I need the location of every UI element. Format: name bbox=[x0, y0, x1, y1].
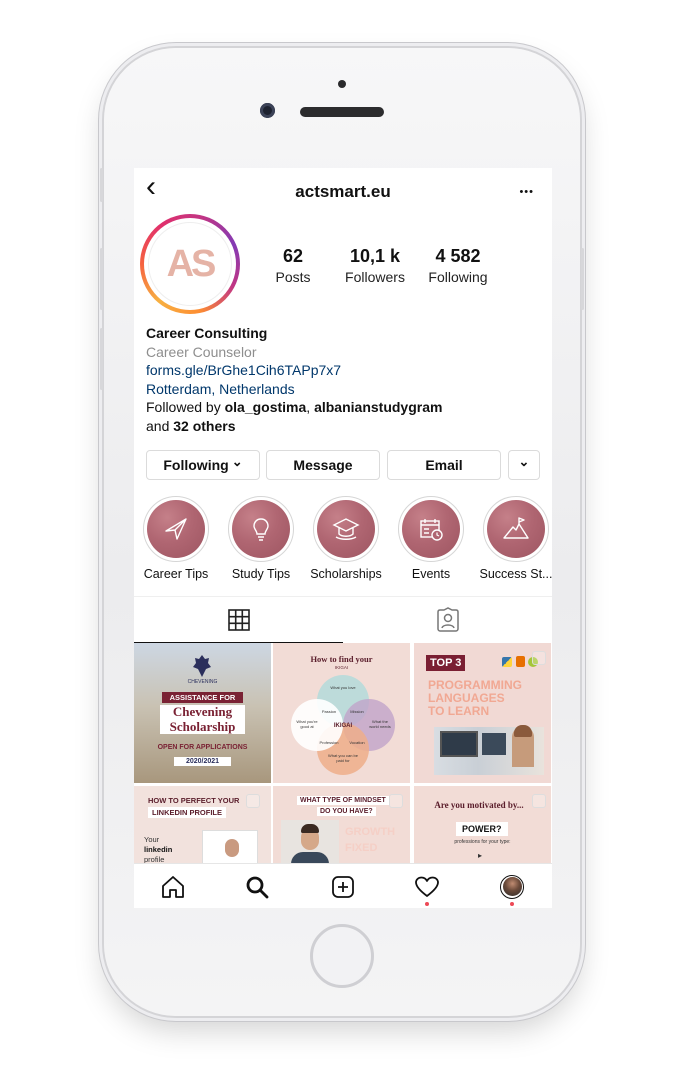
paper-plane-icon bbox=[165, 518, 187, 540]
followers-count[interactable]: 10,1 k Followers bbox=[340, 246, 410, 285]
profile-avatar: AS bbox=[148, 222, 232, 306]
suggested-accounts-button[interactable]: ⌄ bbox=[508, 450, 540, 480]
nav-new-post[interactable] bbox=[313, 864, 373, 908]
highlight-events[interactable]: Events bbox=[389, 496, 473, 581]
profile-avatar-icon bbox=[500, 874, 524, 899]
tab-grid[interactable] bbox=[134, 597, 343, 643]
posts-grid: CHEVENING ASSISTANCE FOR Chevening Schol… bbox=[134, 643, 552, 908]
volume-down-button bbox=[100, 328, 103, 390]
top-bar: ‹ actsmart.eu ••• bbox=[134, 168, 552, 214]
story-ring[interactable]: AS bbox=[140, 214, 240, 314]
front-camera bbox=[260, 103, 275, 118]
crest-icon bbox=[193, 655, 211, 677]
heart-icon bbox=[415, 876, 439, 897]
followed-by-others[interactable]: and 32 others bbox=[146, 417, 546, 436]
following-count[interactable]: 4 582 Following bbox=[424, 246, 492, 285]
multiple-posts-icon bbox=[532, 651, 546, 665]
multiple-posts-icon bbox=[532, 794, 546, 808]
profile-actions: Following ⌄ Message Email ⌄ bbox=[146, 450, 546, 480]
profile-website-link[interactable]: forms.gle/BrGhe1Cih6TAPp7x7 bbox=[146, 361, 546, 380]
power-button bbox=[581, 248, 584, 310]
multiple-posts-icon bbox=[246, 794, 260, 808]
highlight-scholarships[interactable]: Scholarships bbox=[304, 496, 388, 581]
posts-count[interactable]: 62 Posts bbox=[268, 246, 318, 285]
chevron-down-icon: ⌄ bbox=[231, 454, 243, 469]
post-tile-ikigai[interactable]: How to find your IKIGAI What you love Pa… bbox=[273, 643, 410, 783]
python-icon bbox=[502, 657, 512, 667]
more-options-button[interactable]: ••• bbox=[519, 186, 534, 198]
activity-notification-dot bbox=[425, 902, 429, 906]
search-icon bbox=[246, 876, 269, 898]
plus-square-icon bbox=[332, 875, 354, 898]
tab-tagged[interactable] bbox=[343, 597, 552, 643]
proximity-sensor bbox=[338, 80, 346, 88]
nav-search[interactable] bbox=[227, 864, 287, 908]
profile-bio: Career Consulting Career Counselor forms… bbox=[146, 324, 546, 435]
mute-switch bbox=[100, 168, 103, 202]
earpiece-speaker bbox=[300, 107, 384, 117]
followed-by-line[interactable]: Followed by ola_gostima, albanianstudygr… bbox=[146, 398, 546, 417]
avatar-logo-text: AS bbox=[166, 242, 217, 285]
multiple-posts-icon bbox=[389, 794, 403, 808]
instagram-profile-screen: ‹ actsmart.eu ••• AS 62 Posts 10,1 k Fol… bbox=[134, 168, 552, 908]
email-button[interactable]: Email bbox=[387, 450, 501, 480]
chevron-down-icon: ⌄ bbox=[518, 454, 530, 469]
nav-home[interactable] bbox=[143, 864, 203, 908]
mountain-flag-icon bbox=[503, 517, 529, 539]
message-button[interactable]: Message bbox=[266, 450, 380, 480]
volume-up-button bbox=[100, 248, 103, 310]
graduation-cap-icon bbox=[332, 518, 360, 540]
grid-icon bbox=[227, 608, 250, 631]
post-tile-programming[interactable]: TOP 3 PROGRAMMING LANGUAGES TO LEARN bbox=[414, 643, 551, 783]
profile-tabs bbox=[134, 596, 552, 643]
arrow-icon: ▸ bbox=[478, 851, 483, 860]
highlight-career-tips[interactable]: Career Tips bbox=[134, 496, 218, 581]
post-photo-desk bbox=[434, 725, 544, 775]
profile-location-link[interactable]: Rotterdam, Netherlands bbox=[146, 380, 546, 399]
home-button[interactable] bbox=[310, 924, 374, 988]
bottom-navigation bbox=[134, 863, 552, 908]
tagged-user-icon bbox=[436, 607, 459, 632]
lightbulb-icon bbox=[253, 518, 269, 541]
java-icon bbox=[516, 656, 525, 667]
highlight-study-tips[interactable]: Study Tips bbox=[219, 496, 303, 581]
profile-notification-dot bbox=[510, 902, 514, 906]
profile-username: actsmart.eu bbox=[295, 182, 391, 201]
following-button[interactable]: Following ⌄ bbox=[146, 450, 260, 480]
highlight-success-stories[interactable]: Success St... bbox=[474, 496, 552, 581]
profile-display-name: Career Consulting bbox=[146, 325, 268, 341]
post-tile-chevening[interactable]: CHEVENING ASSISTANCE FOR Chevening Schol… bbox=[134, 643, 271, 783]
profile-category: Career Counselor bbox=[146, 343, 257, 360]
home-icon bbox=[162, 875, 184, 898]
calendar-icon bbox=[420, 519, 443, 541]
